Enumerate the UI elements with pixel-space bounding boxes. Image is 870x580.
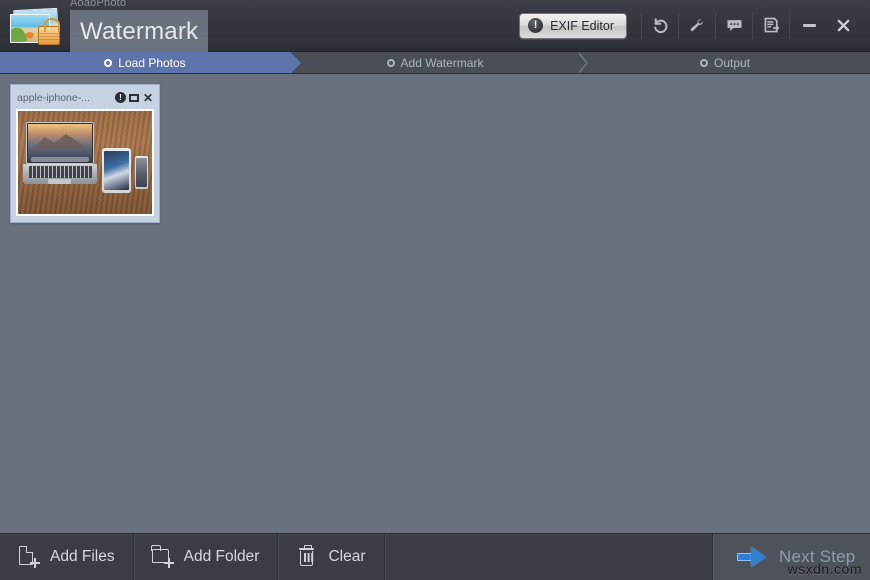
toolbar-divider [789, 12, 790, 39]
step-add-watermark[interactable]: Add Watermark [290, 52, 588, 74]
add-folder-button[interactable]: Add Folder [134, 534, 279, 580]
register-document-icon[interactable] [755, 11, 787, 41]
thumbnail-header: apple-iphone-... ! ✕ [16, 90, 154, 105]
step-label: Output [713, 55, 751, 70]
exif-editor-label: EXIF Editor [550, 18, 614, 33]
step-dot-icon [386, 58, 395, 67]
preview-icon[interactable] [128, 93, 139, 102]
minimize-icon [802, 24, 816, 27]
exclamation-circle-icon: ! [528, 18, 544, 33]
thumbnail-filename: apple-iphone-... [17, 91, 90, 104]
exif-editor-button[interactable]: ! EXIF Editor [519, 12, 627, 39]
step-load-photos[interactable]: Load Photos [0, 52, 301, 74]
titlebar-toolbar: ! EXIF Editor [519, 0, 870, 51]
wizard-step-bar: Load Photos Add Watermark Output [0, 52, 870, 74]
add-files-label: Add Files [50, 548, 115, 565]
step-label: Load Photos [118, 55, 186, 70]
step-label: Add Watermark [400, 55, 484, 70]
undo-icon[interactable] [644, 11, 676, 41]
add-file-icon [18, 545, 40, 569]
feedback-bubble-icon[interactable] [718, 11, 750, 41]
close-icon[interactable]: ✕ [143, 92, 153, 104]
info-icon[interactable]: ! [114, 92, 126, 103]
step-chevron-icon [577, 52, 589, 74]
thumbnail-image [16, 109, 154, 216]
toolbar-divider [678, 12, 679, 39]
photo-thumbnail-card[interactable]: apple-iphone-... ! ✕ [10, 84, 160, 223]
close-button[interactable] [826, 11, 860, 41]
toolbar-divider [715, 12, 716, 39]
toolbar-divider [752, 12, 753, 39]
next-step-button[interactable]: Next Step wsxdn.com [712, 534, 870, 580]
step-dot-icon [699, 58, 708, 67]
arrow-right-icon [737, 547, 767, 567]
app-logo-icon [8, 6, 64, 46]
step-output[interactable]: Output [580, 52, 870, 73]
clear-label: Clear [328, 548, 366, 565]
title-bar: AoaoPhoto Watermark ! EXIF Editor [0, 0, 870, 54]
wrench-icon[interactable] [681, 11, 713, 41]
photo-list-area[interactable]: apple-iphone-... ! ✕ [0, 74, 870, 533]
brand-title: Watermark [70, 9, 209, 54]
clear-button[interactable]: Clear [278, 534, 385, 580]
minimize-button[interactable] [792, 11, 826, 41]
add-folder-label: Add Folder [183, 548, 260, 565]
next-step-label: Next Step [779, 547, 856, 566]
trash-icon [296, 544, 318, 569]
bottom-toolbar: Add Files Add Folder Clear Next Step wsx… [0, 533, 870, 580]
add-folder-icon [150, 545, 174, 569]
add-files-button[interactable]: Add Files [0, 534, 134, 580]
close-icon [837, 19, 849, 32]
brand-subtitle: AoaoPhoto [70, 0, 127, 9]
step-dot-icon [104, 58, 113, 67]
toolbar-divider [641, 12, 642, 39]
application-window: AoaoPhoto Watermark ! EXIF Editor Load P… [0, 0, 870, 580]
app-brand: AoaoPhoto Watermark [70, 0, 209, 54]
